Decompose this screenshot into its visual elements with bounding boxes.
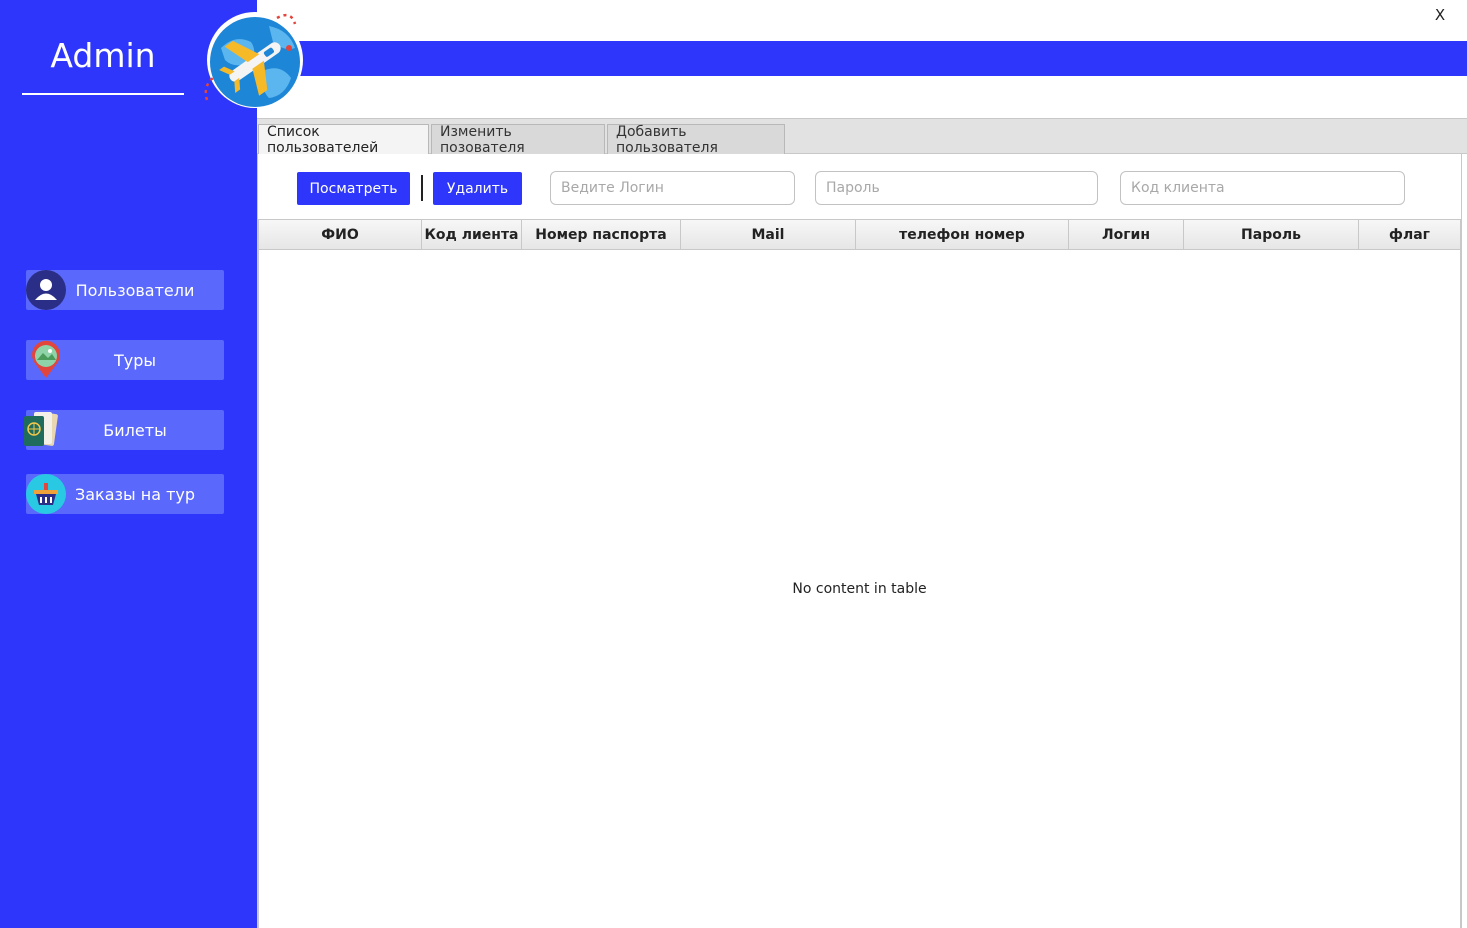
toolbar-separator (421, 175, 423, 201)
sidebar-item-label: Билеты (103, 420, 167, 440)
view-button[interactable]: Посматреть (297, 172, 410, 205)
column-header-phone[interactable]: телефон номер (856, 220, 1069, 250)
login-input[interactable] (550, 171, 795, 205)
password-input[interactable] (815, 171, 1098, 205)
app-window: Admin Пользователи Туры Билеты Заказы на… (0, 0, 1467, 928)
admin-title-underline (22, 93, 184, 95)
header-bar (257, 41, 1467, 76)
sidebar: Admin Пользователи Туры Билеты Заказы на… (0, 0, 257, 928)
column-header-login[interactable]: Логин (1069, 220, 1184, 250)
column-header-flag[interactable]: флаг (1359, 220, 1460, 250)
column-header-mail[interactable]: Mail (681, 220, 856, 250)
column-header-passport[interactable]: Номер паспорта (522, 220, 681, 250)
map-pin-icon (32, 340, 60, 378)
table-empty-message: No content in table (792, 581, 927, 597)
client-code-input[interactable] (1120, 171, 1405, 205)
admin-title: Admin (50, 36, 156, 75)
sidebar-item-users[interactable]: Пользователи (26, 270, 224, 310)
sidebar-item-label: Туры (113, 350, 157, 370)
table-header: ФИО Код лиента Номер паспорта Mail телеф… (259, 220, 1460, 250)
tab-user-list[interactable]: Список пользователей (258, 124, 429, 156)
user-icon (26, 270, 66, 310)
sidebar-item-label: Пользователи (75, 280, 195, 300)
close-button[interactable]: X (1425, 6, 1455, 28)
tab-edit-user[interactable]: Изменить позователя (431, 124, 605, 156)
column-header-password[interactable]: Пароль (1184, 220, 1359, 250)
users-table[interactable]: ФИО Код лиента Номер паспорта Mail телеф… (258, 219, 1461, 928)
delete-button[interactable]: Удалить (433, 172, 522, 205)
right-edge (1461, 154, 1467, 928)
globe-airplane-logo-icon (204, 12, 303, 108)
sidebar-item-tickets[interactable]: Билеты (24, 410, 224, 450)
column-header-client-code[interactable]: Код лиента (422, 220, 522, 250)
sidebar-item-label: Заказы на тур (74, 484, 196, 504)
sidebar-item-tours[interactable]: Туры (26, 340, 224, 380)
basket-icon (26, 474, 66, 514)
column-header-fio[interactable]: ФИО (259, 220, 422, 250)
sidebar-item-tour-orders[interactable]: Заказы на тур (26, 474, 224, 514)
tab-add-user[interactable]: Добавить пользователя (607, 124, 785, 156)
passport-ticket-icon (24, 412, 58, 446)
